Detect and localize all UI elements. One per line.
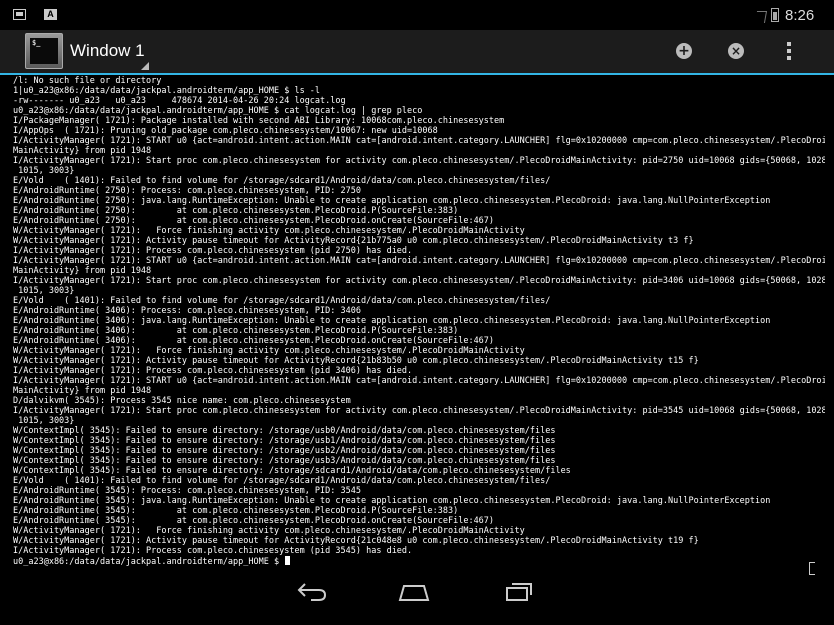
terminal-line: 1|u0_a23@x86:/data/data/jackpal.androidt… (13, 86, 321, 96)
terminal-line: W/ContextImpl( 3545): Failed to ensure d… (13, 456, 556, 466)
terminal-prompt: u0_a23@x86:/data/data/jackpal.androidter… (13, 557, 285, 567)
text-cursor (285, 556, 291, 565)
recents-icon[interactable] (503, 580, 535, 602)
terminal-line: W/ContextImpl( 3545): Failed to ensure d… (13, 466, 571, 476)
terminal-line: -rw------- u0_a23 u0_a23 478674 2014-04-… (13, 96, 346, 106)
terminal-line: I/ActivityManager( 1721): Start proc com… (13, 156, 825, 166)
terminal-line: I/AppOps ( 1721): Pruning old package co… (13, 126, 438, 136)
terminal-line: I/ActivityManager( 1721): Process com.pl… (13, 246, 413, 256)
terminal-line: u0_a23@x86:/data/data/jackpal.androidter… (13, 106, 423, 116)
terminal-line: /l: No such file or directory (13, 76, 162, 86)
terminal-line: MainActivity} from pid 1948 (13, 146, 152, 156)
terminal-line: I/ActivityManager( 1721): Start proc com… (13, 276, 825, 286)
terminal-line: I/ActivityManager( 1721): Process com.pl… (13, 546, 413, 556)
terminal-line: 1015, 3003} (13, 416, 75, 426)
terminal-line: D/dalvikvm( 3545): Process 3545 nice nam… (13, 396, 351, 406)
terminal-line: E/Vold ( 1401): Failed to find volume fo… (13, 476, 551, 486)
new-window-button[interactable]: + (676, 43, 692, 59)
terminal-line: E/AndroidRuntime( 3545): Process: com.pl… (13, 486, 361, 496)
terminal-line: MainActivity} from pid 1948 (13, 386, 152, 396)
terminal-line: E/AndroidRuntime( 3545): java.lang.Runti… (13, 496, 771, 506)
terminal-line: W/ActivityManager( 1721): Activity pause… (13, 536, 699, 546)
terminal-line: I/ActivityManager( 1721): Start proc com… (13, 406, 825, 416)
scroll-handle-icon[interactable] (809, 562, 815, 575)
app-icon-prompt: $_ (30, 38, 58, 64)
wifi-icon (754, 11, 768, 23)
terminal-line: I/ActivityManager( 1721): START u0 {act=… (13, 256, 825, 266)
terminal-line: E/AndroidRuntime( 2750): java.lang.Runti… (13, 196, 771, 206)
terminal-line: E/AndroidRuntime( 3406): Process: com.pl… (13, 306, 361, 316)
close-window-button[interactable]: × (728, 43, 744, 59)
terminal-line: E/AndroidRuntime( 3406): java.lang.Runti… (13, 316, 771, 326)
status-time: 8:26 (785, 7, 815, 24)
terminal-line: E/Vold ( 1401): Failed to find volume fo… (13, 296, 551, 306)
terminal-line: W/ActivityManager( 1721): Force finishin… (13, 526, 525, 536)
terminal-line: I/PackageManager( 1721): Package install… (13, 116, 505, 126)
terminal-line: E/AndroidRuntime( 3406): at com.pleco.ch… (13, 326, 459, 336)
back-arrow-icon[interactable] (297, 580, 327, 602)
terminal-line: E/AndroidRuntime( 3406): at com.pleco.ch… (13, 336, 495, 346)
keyboard-notification-icon[interactable]: A (44, 9, 57, 20)
battery-icon (771, 8, 779, 22)
window-title[interactable]: Window 1 (70, 41, 145, 61)
terminal-line: W/ActivityManager( 1721): Activity pause… (13, 356, 699, 366)
terminal-line: W/ActivityManager( 1721): Activity pause… (13, 236, 694, 246)
terminal-line: E/AndroidRuntime( 2750): at com.pleco.ch… (13, 216, 495, 226)
terminal-line: W/ContextImpl( 3545): Failed to ensure d… (13, 426, 556, 436)
window-dropdown-caret-icon[interactable] (141, 62, 149, 70)
terminal-line: W/ActivityManager( 1721): Force finishin… (13, 226, 525, 236)
terminal-notification-icon[interactable] (13, 9, 26, 20)
terminal-line: E/AndroidRuntime( 3545): at com.pleco.ch… (13, 506, 459, 516)
overflow-dot (787, 49, 791, 53)
close-circle-icon: × (730, 44, 742, 58)
terminal-line: I/ActivityManager( 1721): START u0 {act=… (13, 136, 825, 146)
terminal-line: 1015, 3003} (13, 286, 75, 296)
overflow-dot (787, 42, 791, 46)
overflow-menu-button[interactable] (783, 42, 795, 62)
terminal-output[interactable]: /l: No such file or directory 1|u0_a23@x8… (13, 76, 825, 568)
terminal-line: E/Vold ( 1401): Failed to find volume fo… (13, 176, 551, 186)
terminal-line: E/AndroidRuntime( 2750): Process: com.pl… (13, 186, 361, 196)
terminal-line: W/ContextImpl( 3545): Failed to ensure d… (13, 436, 556, 446)
overflow-dot (787, 56, 791, 60)
terminal-line: W/ActivityManager( 1721): Force finishin… (13, 346, 525, 356)
terminal-line: MainActivity} from pid 1948 (13, 266, 152, 276)
terminal-line: I/ActivityManager( 1721): Process com.pl… (13, 366, 413, 376)
terminal-prompt-line[interactable]: u0_a23@x86:/data/data/jackpal.androidter… (13, 556, 825, 567)
terminal-lines: /l: No such file or directory 1|u0_a23@x8… (13, 76, 825, 556)
home-icon[interactable] (397, 580, 431, 602)
terminal-line: I/ActivityManager( 1721): START u0 {act=… (13, 376, 825, 386)
app-terminal-icon[interactable]: $_ (25, 33, 63, 69)
terminal-line: E/AndroidRuntime( 3545): at com.pleco.ch… (13, 516, 495, 526)
action-bar-divider (0, 73, 834, 75)
plus-circle-icon: + (678, 43, 690, 59)
status-bar: A 8:26 (0, 0, 834, 30)
terminal-line: 1015, 3003} (13, 166, 75, 176)
terminal-line: E/AndroidRuntime( 2750): at com.pleco.ch… (13, 206, 459, 216)
terminal-line: W/ContextImpl( 3545): Failed to ensure d… (13, 446, 556, 456)
